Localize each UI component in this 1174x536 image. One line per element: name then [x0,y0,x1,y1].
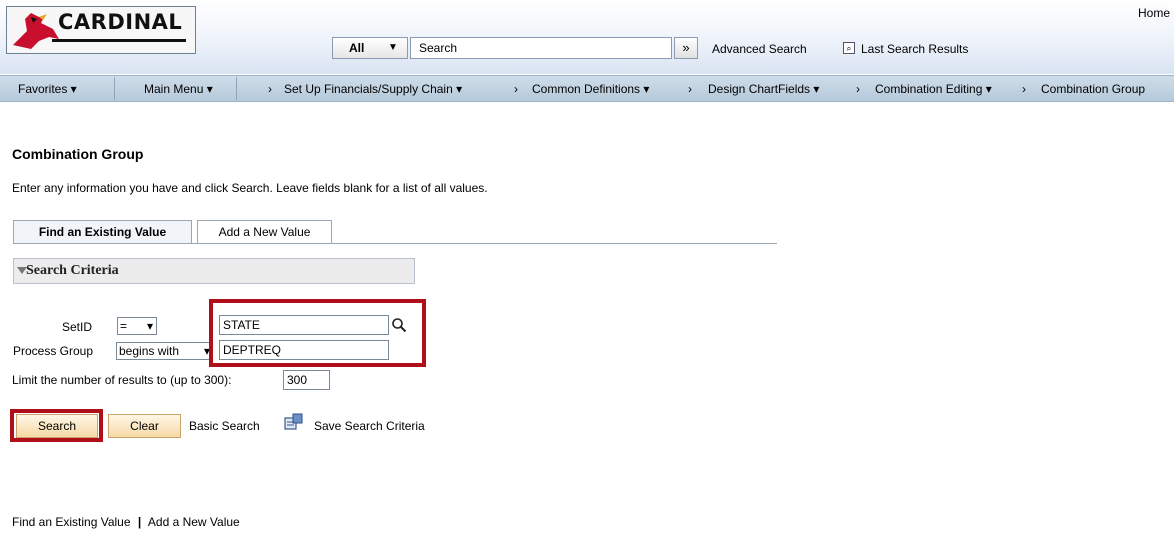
breadcrumb-separator-icon: › [856,82,860,96]
process-group-label: Process Group [13,344,94,358]
breadcrumb-separator-icon: › [268,82,272,96]
navigation-bar: Favorites ▾ Main Menu ▾ › Set Up Financi… [0,75,1174,102]
setid-operator-value: = [120,319,128,333]
footer-links: Find an Existing Value | Add a New Value [12,515,240,529]
process-group-operator-select[interactable]: begins with ▾ [116,342,213,360]
breadcrumb-design-chartfields[interactable]: Design ChartFields ▾ [708,82,819,96]
fields-highlight-box [209,299,426,367]
breadcrumb-combination-group[interactable]: Combination Group [1041,82,1145,96]
basic-search-link[interactable]: Basic Search [189,419,260,433]
breadcrumb-combination-editing[interactable]: Combination Editing ▾ [875,82,992,96]
breadcrumb-separator-icon: › [1022,82,1026,96]
search-button-highlight-box [10,409,103,442]
page-title: Combination Group [12,146,144,162]
favorites-menu[interactable]: Favorites ▾ [18,82,77,96]
tab-add-new-value[interactable]: Add a New Value [197,220,332,243]
chevron-down-icon: ▼ [388,42,398,53]
setid-label: SetID [62,320,93,334]
limit-label: Limit the number of results to (up to 30… [12,373,232,387]
search-criteria-title: Search Criteria [26,263,119,278]
home-link[interactable]: Home [1138,6,1170,20]
chevron-down-icon: ▾ [146,319,153,333]
page-instructions: Enter any information you have and click… [12,181,488,195]
tab-divider [13,243,777,244]
clear-button[interactable]: Clear [108,414,181,438]
process-group-operator-value: begins with [119,344,180,358]
global-search-input[interactable]: Search [410,37,672,59]
last-search-results-icon[interactable]: ⌕ [843,42,855,54]
breadcrumb-setup-financials[interactable]: Set Up Financials/Supply Chain ▾ [284,82,462,96]
footer-add-new-link[interactable]: Add a New Value [148,515,240,529]
save-search-icon[interactable] [284,413,304,431]
cardinal-bird-icon [13,13,59,49]
main-menu[interactable]: Main Menu ▾ [144,82,213,96]
nav-divider [236,77,237,100]
nav-divider [114,77,115,100]
setid-operator-select[interactable]: = ▾ [117,317,157,335]
footer-separator: | [137,515,142,529]
breadcrumb-common-definitions[interactable]: Common Definitions ▾ [532,82,649,96]
last-search-results-link[interactable]: Last Search Results [861,42,968,56]
limit-input[interactable]: 300 [283,370,330,390]
search-go-icon[interactable]: » [674,37,698,59]
tab-find-existing-value[interactable]: Find an Existing Value [13,220,192,243]
footer-find-existing-link[interactable]: Find an Existing Value [12,515,131,529]
logo-underline [52,39,186,42]
breadcrumb-separator-icon: › [688,82,692,96]
breadcrumb-separator-icon: › [514,82,518,96]
save-search-criteria-link[interactable]: Save Search Criteria [314,419,425,433]
advanced-search-link[interactable]: Advanced Search [712,42,807,56]
logo-text: CARDINAL [58,10,183,34]
